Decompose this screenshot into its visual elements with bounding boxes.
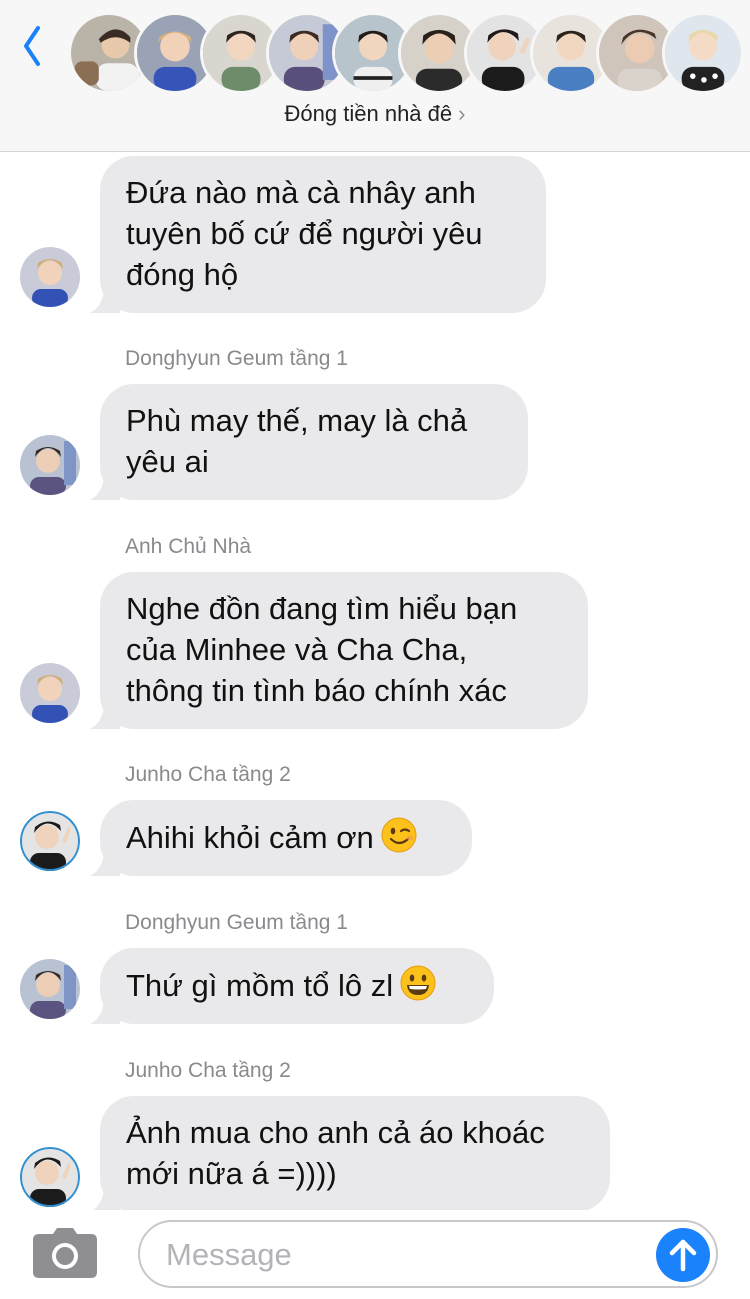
- avatar[interactable]: [20, 959, 80, 1019]
- avatar[interactable]: [20, 435, 80, 495]
- message-line: Ảnh mua cho anh cả áo khoác: [126, 1115, 545, 1150]
- message-line: Đứa nào mà cà nhây anh: [126, 175, 476, 210]
- bubble-tail: [90, 842, 120, 876]
- message-line: yêu ai: [126, 444, 209, 479]
- grinning-face-emoji: [400, 965, 436, 1001]
- sender-name: Anh Chủ Nhà: [125, 535, 252, 558]
- bubble-tail: [90, 695, 120, 729]
- message-line: của Minhee và Cha Cha,: [126, 632, 468, 667]
- message-text: Thứ gì mồm tổ lô zl: [126, 968, 394, 1003]
- conversation-header: Đóng tiền nhà đê ›: [0, 0, 750, 152]
- message-line: Ahihi khỏi cảm ơn: [126, 816, 446, 858]
- camera-button[interactable]: [33, 1228, 97, 1278]
- arrow-up-icon: [669, 1239, 697, 1272]
- chevron-left-icon: [24, 26, 40, 66]
- sender-name: Junho Cha tầng 2: [125, 763, 291, 786]
- avatar[interactable]: [20, 663, 80, 723]
- chevron-right-icon: ›: [458, 101, 466, 126]
- send-button[interactable]: [656, 1228, 710, 1282]
- sender-name: Junho Cha tầng 2: [125, 1059, 291, 1082]
- message-line: Nghe đồn đang tìm hiểu bạn: [126, 591, 518, 626]
- message-field[interactable]: [138, 1220, 718, 1288]
- message-bubble[interactable]: Ahihi khỏi cảm ơn: [90, 800, 472, 876]
- message-bubble[interactable]: Nghe đồn đang tìm hiểu bạn của Minhee và…: [90, 572, 588, 729]
- message-line: Thứ gì mồm tổ lô zl: [126, 964, 468, 1006]
- sender-name: Donghyun Geum tầng 1: [125, 911, 348, 934]
- message-line: đóng hộ: [126, 257, 239, 292]
- avatar[interactable]: [20, 247, 80, 307]
- bubble-tail: [90, 990, 120, 1024]
- bubble-tail: [90, 466, 120, 500]
- message-bubble[interactable]: Đứa nào mà cà nhây anh tuyên bố cứ để ng…: [90, 156, 546, 313]
- message-bubble[interactable]: Ảnh mua cho anh cả áo khoác mới nữa á =)…: [90, 1096, 610, 1212]
- message-line: thông tin tình báo chính xác: [126, 673, 507, 708]
- bubble-tail: [90, 279, 120, 313]
- message-line: tuyên bố cứ để người yêu: [126, 216, 483, 251]
- message-line: Phù may thế, may là chả: [126, 403, 468, 438]
- group-name: Đóng tiền nhà đê: [284, 101, 453, 126]
- message-bubble[interactable]: Phù may thế, may là chả yêu ai: [90, 384, 528, 500]
- message-thread[interactable]: Đứa nào mà cà nhây anh tuyên bố cứ để ng…: [0, 152, 750, 1212]
- winking-face-emoji: [381, 817, 417, 853]
- message-input[interactable]: [166, 1234, 646, 1276]
- avatar[interactable]: [20, 1147, 80, 1207]
- back-button[interactable]: [18, 22, 46, 70]
- message-composer: [0, 1210, 750, 1299]
- message-line: mới nữa á =)))): [126, 1156, 337, 1191]
- avatar: [662, 12, 744, 94]
- group-name-button[interactable]: Đóng tiền nhà đê ›: [0, 101, 750, 127]
- camera-icon: [33, 1228, 97, 1278]
- bubble-tail: [90, 1178, 120, 1212]
- avatar[interactable]: [20, 811, 80, 871]
- sender-name: Donghyun Geum tầng 1: [125, 347, 348, 370]
- message-text: Ahihi khỏi cảm ơn: [126, 820, 374, 855]
- message-bubble[interactable]: Thứ gì mồm tổ lô zl: [90, 948, 494, 1024]
